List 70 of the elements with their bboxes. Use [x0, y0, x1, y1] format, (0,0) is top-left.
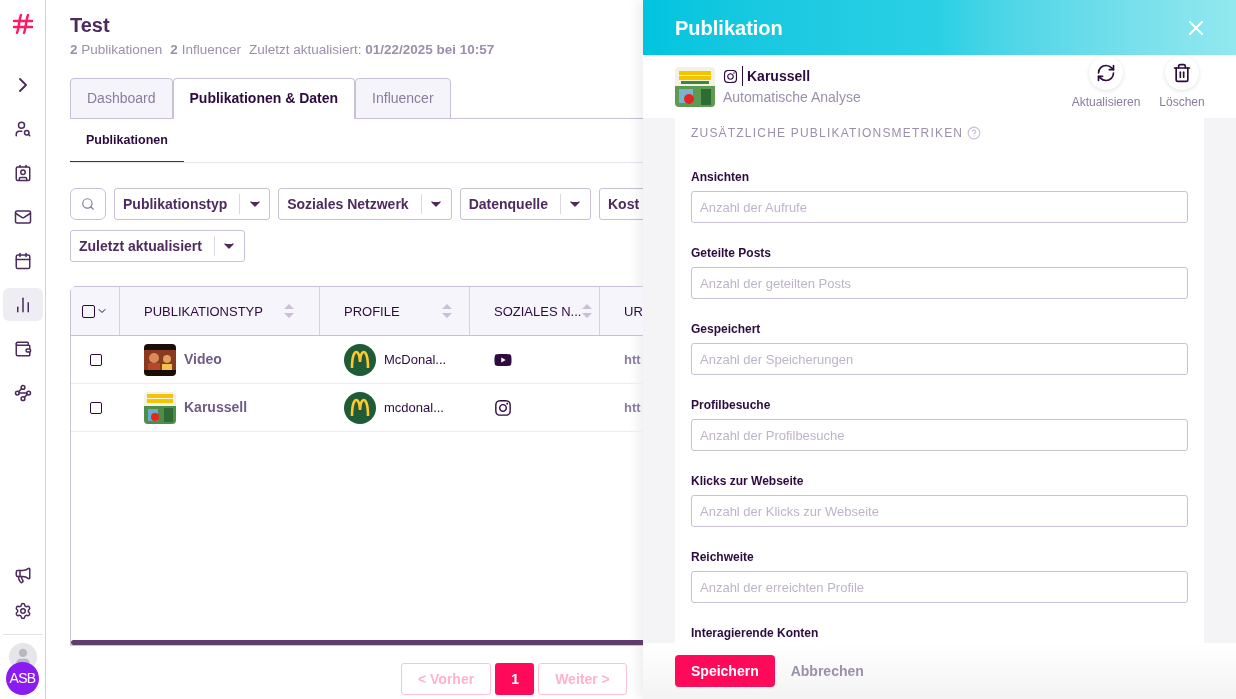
checkbox[interactable]	[82, 304, 95, 318]
profile-avatar	[344, 343, 376, 376]
filter-dropdown[interactable]: Soziales Netzwerk	[278, 188, 452, 221]
filter-dropdown[interactable]: Zuletzt aktualisiert	[70, 230, 245, 263]
input-field[interactable]: Anzahl der geteilten Posts	[691, 267, 1188, 299]
url-link[interactable]: htt	[624, 400, 641, 415]
wallet-icon	[13, 339, 32, 358]
scrollbar[interactable]	[71, 640, 643, 646]
column-header[interactable]: PROFILE	[320, 287, 470, 336]
mail-icon	[13, 207, 32, 226]
field-label: Profilbesuche	[691, 398, 772, 413]
trash-icon	[1172, 63, 1192, 83]
field-label: Interagierende Konten	[691, 626, 820, 641]
page-title: Test	[70, 13, 111, 38]
settings-icon	[13, 602, 32, 620]
select-all-checkbox[interactable]	[82, 304, 108, 318]
megaphone-icon	[13, 566, 32, 584]
row-checkbox[interactable]	[89, 401, 102, 414]
stat-text: 2 Influencer	[170, 41, 241, 59]
user-search-icon	[13, 119, 32, 138]
refresh-button[interactable]: Aktualisieren	[1068, 56, 1144, 111]
field-label: Ansichten	[691, 170, 750, 185]
search-icon	[81, 197, 95, 212]
account-avatar[interactable]: ASB	[6, 662, 39, 695]
column-header[interactable]: PUBLIKATIONSTYP	[120, 287, 320, 336]
field-label: Klicks zur Webseite	[691, 474, 805, 489]
sort-icon	[283, 302, 295, 321]
save-button[interactable]: Speichern	[675, 655, 775, 687]
tab[interactable]: Publikationen & Daten	[172, 78, 356, 120]
sidebar-item[interactable]	[2, 288, 43, 321]
instagram-icon	[494, 398, 512, 417]
network-icon	[13, 383, 32, 402]
profile-name: mcdonal...	[384, 399, 444, 417]
updated-text: Zuletzt aktualisiert: 01/22/2025 bei 10:57	[248, 41, 495, 59]
sort-icon	[581, 302, 594, 321]
subtab[interactable]: Publikationen	[70, 119, 184, 163]
pagination-button[interactable]: 1	[495, 663, 535, 696]
input-field[interactable]: Anzahl der Aufrufe	[691, 191, 1188, 223]
stat-text: 2 Publikationen	[70, 41, 163, 59]
url-link[interactable]: htt	[624, 352, 641, 367]
sort-icon	[441, 302, 453, 321]
row-checkbox[interactable]	[89, 353, 102, 366]
field-label: Geteilte Posts	[691, 246, 773, 261]
panel-title: Publikation	[675, 15, 783, 41]
input-field[interactable]: Anzahl der Speicherungen	[691, 343, 1188, 375]
contact-book-icon	[13, 163, 32, 182]
field-label: Gespeichert	[691, 322, 762, 337]
chevron-right-icon	[18, 77, 27, 92]
logo-icon[interactable]	[10, 12, 35, 36]
analysis-source: Automatische Analyse	[723, 87, 862, 107]
tab[interactable]: Influencer	[355, 78, 451, 120]
publication-type: Karussell	[747, 66, 811, 86]
column-header[interactable]: SOZIALES N...	[470, 287, 600, 336]
instagram-icon	[723, 68, 738, 84]
section-title: ZUSÄTZLICHE PUBLIKATIONSMETRIKEN	[691, 125, 964, 142]
calendar-icon	[13, 251, 32, 270]
refresh-icon	[1096, 63, 1116, 83]
profile-avatar	[344, 391, 376, 424]
input-field[interactable]: Anzahl der Klicks zur Webseite	[691, 495, 1188, 527]
profile-name: McDonal...	[384, 351, 447, 369]
publication-type[interactable]: Karussell	[184, 397, 248, 419]
help-icon	[967, 126, 982, 140]
publication-type[interactable]: Video	[184, 349, 222, 371]
field-label: Reichweite	[691, 550, 755, 565]
filter-dropdown[interactable]: Publikationstyp	[114, 188, 271, 221]
input-field[interactable]: Anzahl der Profilbesuche	[691, 419, 1188, 451]
filter-dropdown[interactable]: Datenquelle	[459, 188, 591, 221]
delete-button[interactable]: Löschen	[1144, 56, 1220, 111]
tab[interactable]: Dashboard	[70, 78, 173, 120]
input-field[interactable]: Anzahl der erreichten Profile	[691, 571, 1188, 603]
